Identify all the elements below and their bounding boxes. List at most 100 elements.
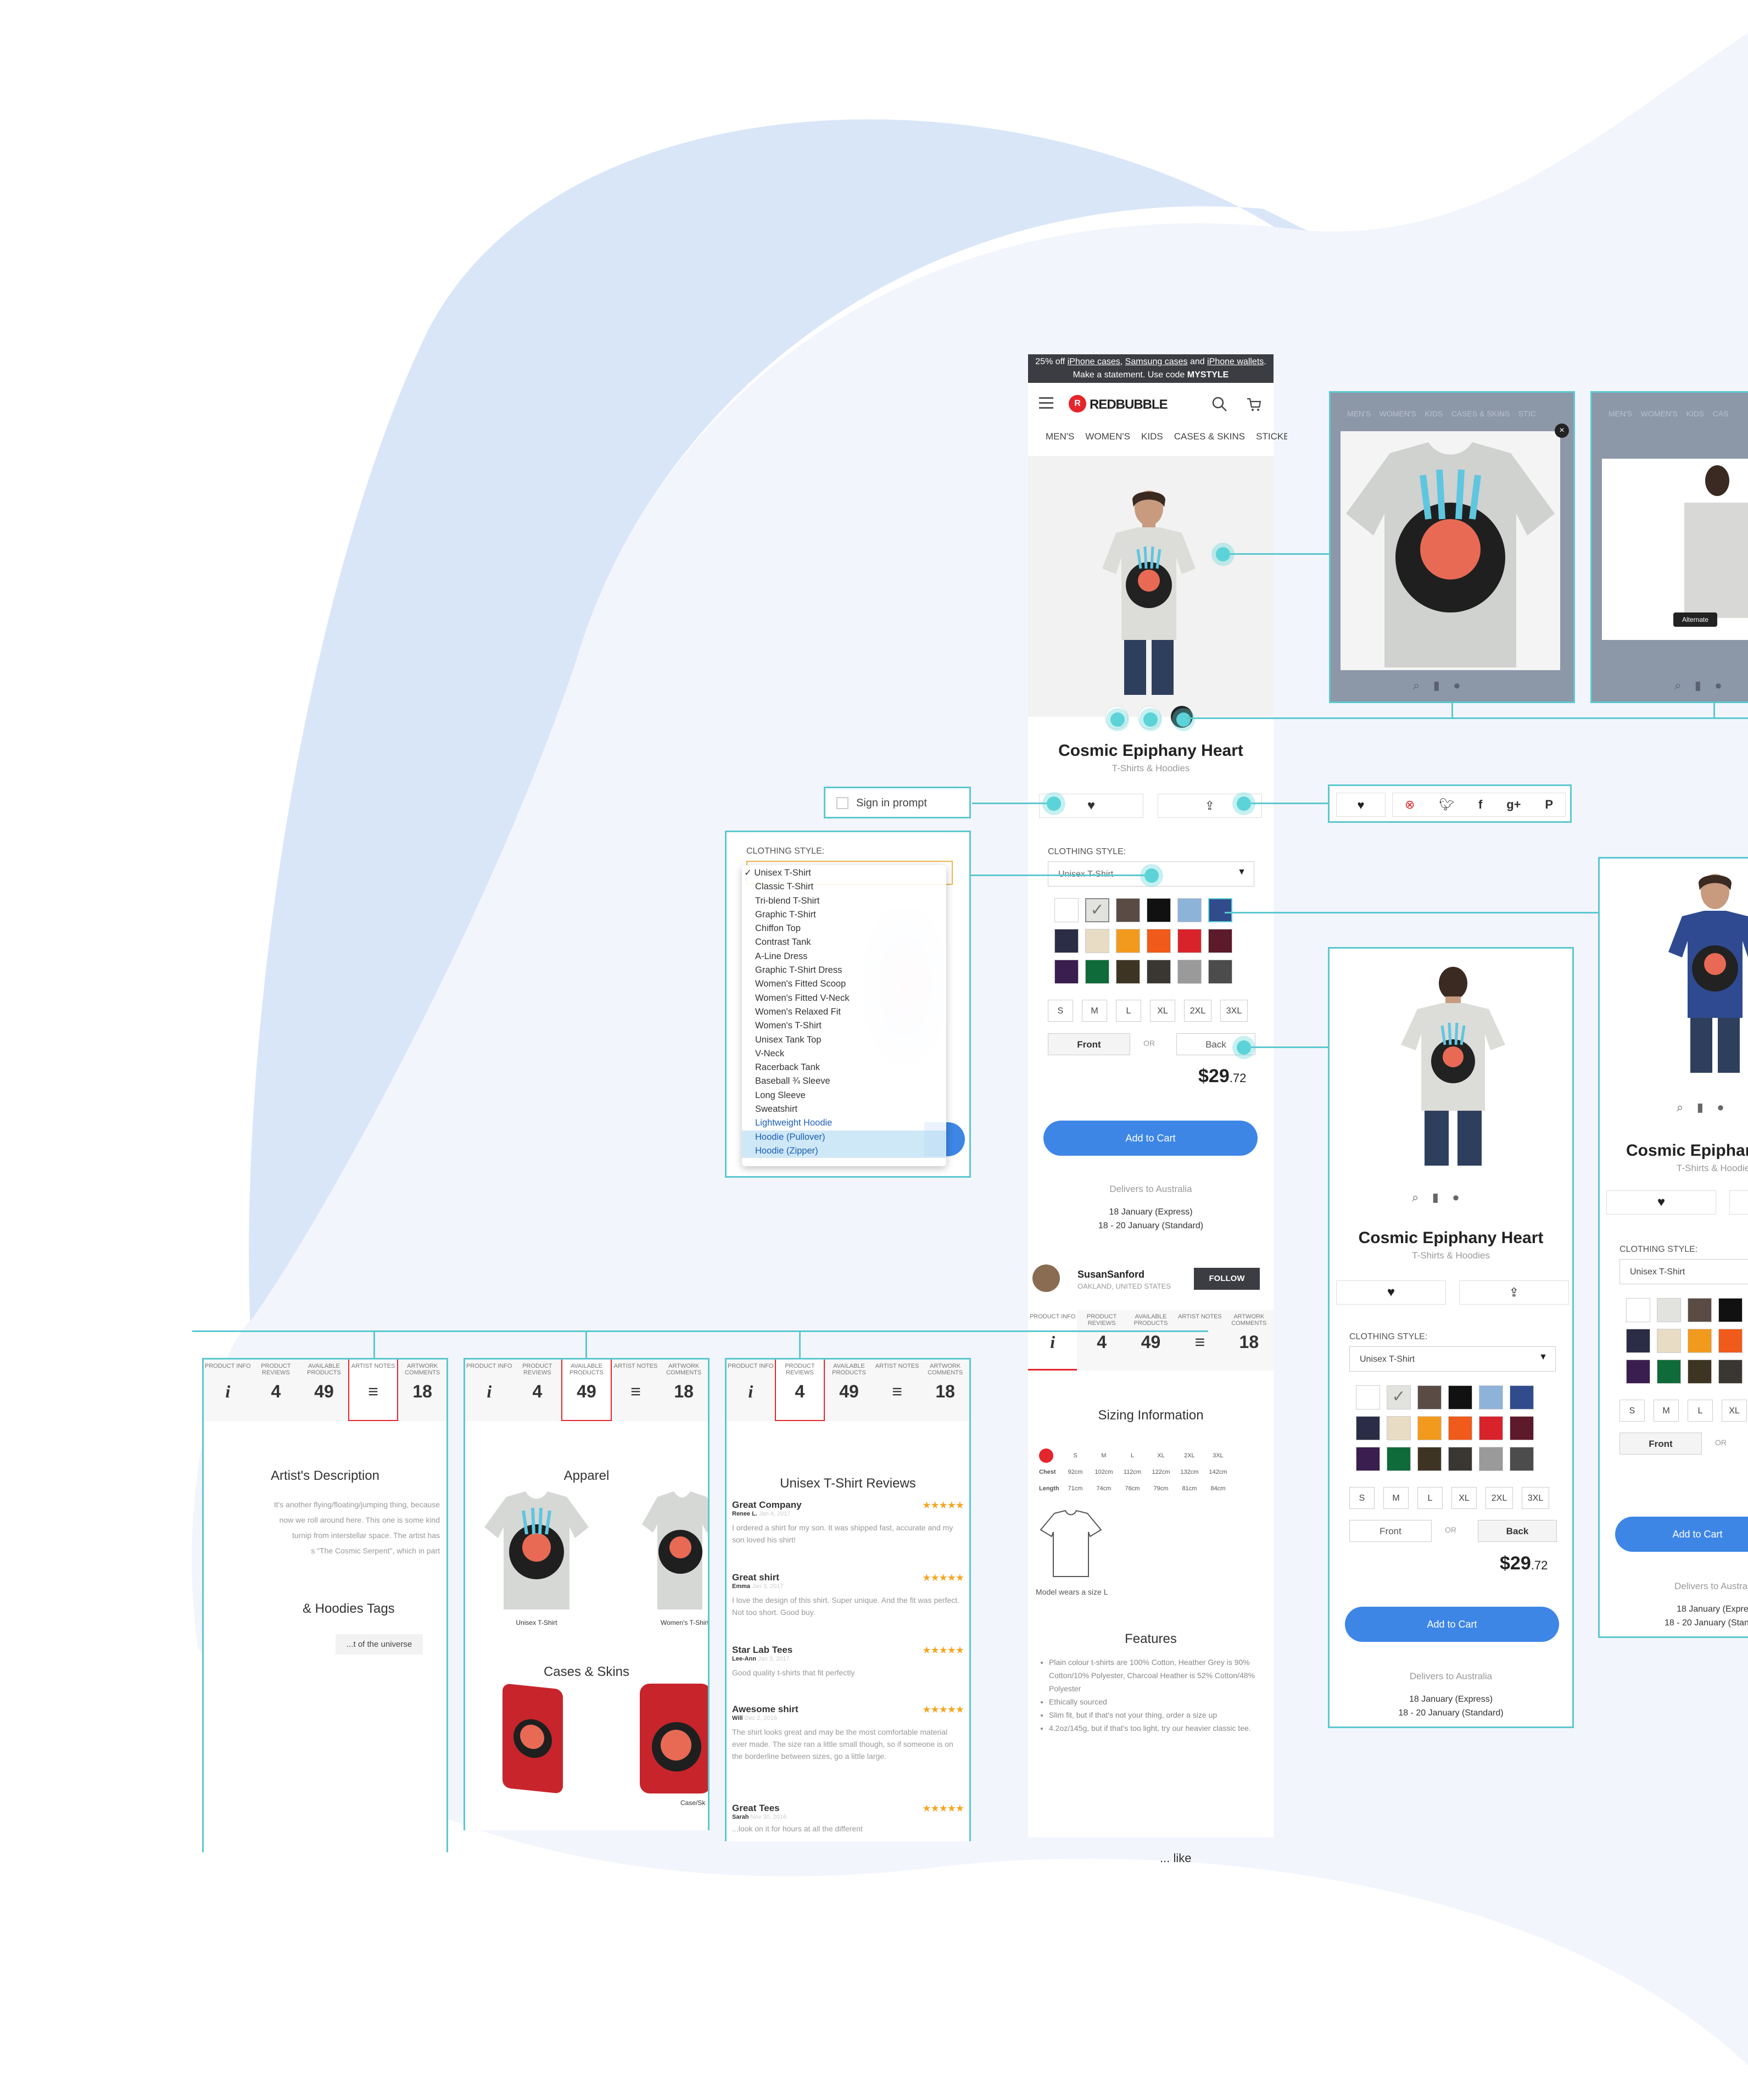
size-l[interactable]: L [1417, 1487, 1443, 1509]
facebook-icon[interactable]: f [1478, 798, 1482, 812]
close-circle-icon[interactable]: ⊗ [1405, 798, 1415, 812]
swatch-ash[interactable] [1657, 1298, 1681, 1322]
menu-icon[interactable] [1039, 397, 1053, 409]
dropdown-option[interactable]: Baseball ¾ Sleeve [742, 1074, 946, 1088]
swatch-light-blue[interactable] [1177, 898, 1202, 922]
favorite-button[interactable]: ♥ [1606, 1190, 1716, 1215]
swatch-charcoal[interactable] [1448, 1447, 1472, 1471]
tab-artist-notes[interactable]: ARTIST NOTES ≡ [612, 1360, 660, 1421]
swatch-orange[interactable] [1688, 1329, 1712, 1353]
swatch-grey[interactable] [1177, 960, 1202, 984]
tab-artwork-comments[interactable]: ARTWORK COMMENTS 18 [1225, 1310, 1274, 1371]
hotspot-favorite[interactable] [1047, 796, 1061, 811]
dropdown-option[interactable]: Graphic T-Shirt [742, 908, 946, 922]
swatch-purple[interactable] [1054, 960, 1079, 984]
tab-artwork-comments[interactable]: ARTWORK COMMENTS 18 [398, 1360, 446, 1421]
nav-womens[interactable]: WOMEN'S [1085, 431, 1130, 442]
nav-mens[interactable]: MEN'S [1046, 431, 1074, 442]
add-to-cart-button[interactable]: Add to Cart [1043, 1121, 1258, 1156]
swatch-green[interactable] [1085, 960, 1109, 984]
dropdown-option[interactable]: Lightweight Hoodie [742, 1116, 946, 1130]
size-m[interactable]: M [1383, 1487, 1409, 1509]
dropdown-option[interactable]: Racerback Tank [742, 1061, 946, 1074]
tab-product-reviews-active[interactable]: PRODUCT REVIEWS 4 [774, 1360, 825, 1421]
swatch-olive[interactable] [1417, 1447, 1442, 1471]
style-select[interactable]: Unisex T-Shirt [1619, 1259, 1748, 1284]
swatch-grey[interactable] [1479, 1447, 1503, 1471]
dropdown-option[interactable]: Classic T-Shirt [742, 880, 946, 894]
swatch-charcoal[interactable] [1718, 1360, 1743, 1384]
dropdown-option-selected[interactable]: ✓ Unisex T-Shirt [742, 866, 946, 880]
tab-artwork-comments[interactable]: ARTWORK COMMENTS 18 [660, 1360, 708, 1421]
size-l[interactable]: L [1688, 1400, 1713, 1422]
cart-icon[interactable] [1246, 396, 1262, 413]
share-button[interactable]: ⇪ [1459, 1280, 1569, 1305]
size-xl[interactable]: XL [1150, 1000, 1175, 1022]
swatch-ash-selected[interactable]: ✓ [1387, 1385, 1411, 1410]
tab-artist-notes[interactable]: ARTIST NOTES ≡ [1175, 1310, 1224, 1371]
product-image-area[interactable] [1028, 456, 1274, 717]
unisex-tshirt-product-image[interactable] [482, 1486, 591, 1612]
dropdown-option[interactable]: Women's T-Shirt [742, 1019, 946, 1033]
swatch-purple[interactable] [1356, 1447, 1380, 1471]
print-front-button[interactable]: Front [1619, 1433, 1702, 1455]
search-icon[interactable] [1211, 396, 1228, 413]
swatch-maroon[interactable] [1208, 929, 1232, 953]
swatch-brown[interactable] [1116, 898, 1140, 922]
size-2xl[interactable]: 2XL [1485, 1487, 1513, 1509]
swatch-dark-grey[interactable] [1510, 1447, 1534, 1471]
dropdown-option[interactable]: Women's Fitted Scoop [742, 977, 946, 991]
swatch-white[interactable] [1626, 1298, 1650, 1322]
tab-product-info[interactable]: PRODUCT INFO i [465, 1360, 513, 1421]
tab-artwork-comments[interactable]: ARTWORK COMMENTS 18 [921, 1360, 969, 1421]
share-fav-button[interactable]: ♥ [1336, 793, 1386, 817]
tab-product-reviews[interactable]: PRODUCT REVIEWS 4 [1077, 1310, 1126, 1371]
tab-product-info[interactable]: PRODUCT INFO i [204, 1360, 252, 1421]
product-category[interactable]: T-Shirts & Hoodies [1028, 763, 1274, 774]
artist-name[interactable]: SusanSanford [1077, 1269, 1144, 1280]
promo-link-samsung-cases[interactable]: Samsung cases [1125, 357, 1188, 366]
dropdown-option[interactable]: Sweatshirt [742, 1102, 946, 1116]
product-category[interactable]: T-Shirts & Hoodies [1330, 1250, 1572, 1261]
nav-kids[interactable]: KIDS [1141, 431, 1163, 442]
swatch-dark-navy[interactable] [1626, 1329, 1650, 1353]
swatch-cream[interactable] [1657, 1329, 1681, 1353]
alternate-image[interactable]: Alternate [1602, 459, 1748, 640]
sign-in-label[interactable]: Sign in prompt [856, 797, 927, 810]
swatch-cream[interactable] [1085, 929, 1109, 953]
dropdown-option[interactable]: Long Sleeve [742, 1089, 946, 1102]
print-front-button[interactable]: Front [1048, 1033, 1130, 1055]
swatch-red[interactable] [1177, 929, 1202, 953]
style-select[interactable]: Unisex T-Shirt ▼ [1349, 1346, 1556, 1372]
redbubble-logo-icon[interactable]: R [1069, 395, 1086, 413]
hotspot-thumbnails-3[interactable] [1176, 712, 1191, 727]
swatch-orange[interactable] [1116, 929, 1140, 953]
swatch-dark-grey[interactable] [1208, 960, 1232, 984]
size-m[interactable]: M [1654, 1400, 1679, 1422]
swatch-black[interactable] [1147, 898, 1171, 922]
tab-available-products[interactable]: AVAILABLE PRODUCTS 49 [300, 1360, 348, 1421]
tab-product-reviews[interactable]: PRODUCT REVIEWS 4 [252, 1360, 300, 1421]
print-front-button[interactable]: Front [1349, 1520, 1432, 1542]
dropdown-option[interactable]: Chiffon Top [742, 922, 946, 935]
womens-tshirt-product-image[interactable] [641, 1486, 710, 1612]
close-icon[interactable]: × [1555, 424, 1569, 438]
product-category[interactable]: T-Shirts & Hoodies [1677, 1163, 1748, 1174]
add-to-cart-button[interactable]: Add to Cart [1345, 1607, 1559, 1642]
size-s[interactable]: S [1349, 1487, 1375, 1509]
size-2xl[interactable]: 2XL [1184, 1000, 1211, 1022]
phone-case-image-2[interactable] [640, 1684, 708, 1793]
phone-case-image-1[interactable] [502, 1683, 563, 1794]
swatch-orange[interactable] [1417, 1416, 1442, 1440]
promo-link-iphone-wallets[interactable]: iPhone wallets [1207, 357, 1264, 366]
google-plus-icon[interactable]: g+ [1506, 798, 1521, 812]
dropdown-option[interactable]: A-Line Dress [742, 950, 946, 963]
tab-available-products-active[interactable]: AVAILABLE PRODUCTS 49 [561, 1360, 612, 1421]
swatch-charcoal[interactable] [1147, 960, 1171, 984]
dropdown-option[interactable]: Hoodie (Zipper) [742, 1144, 946, 1158]
add-to-cart-button[interactable]: Add to Cart [1615, 1517, 1748, 1552]
dropdown-option[interactable]: Unisex Tank Top [742, 1033, 946, 1047]
size-l[interactable]: L [1116, 1000, 1141, 1022]
hotspot-style-select[interactable] [1144, 868, 1159, 883]
dropdown-option[interactable]: Hoodie (Pullover) [742, 1130, 946, 1144]
